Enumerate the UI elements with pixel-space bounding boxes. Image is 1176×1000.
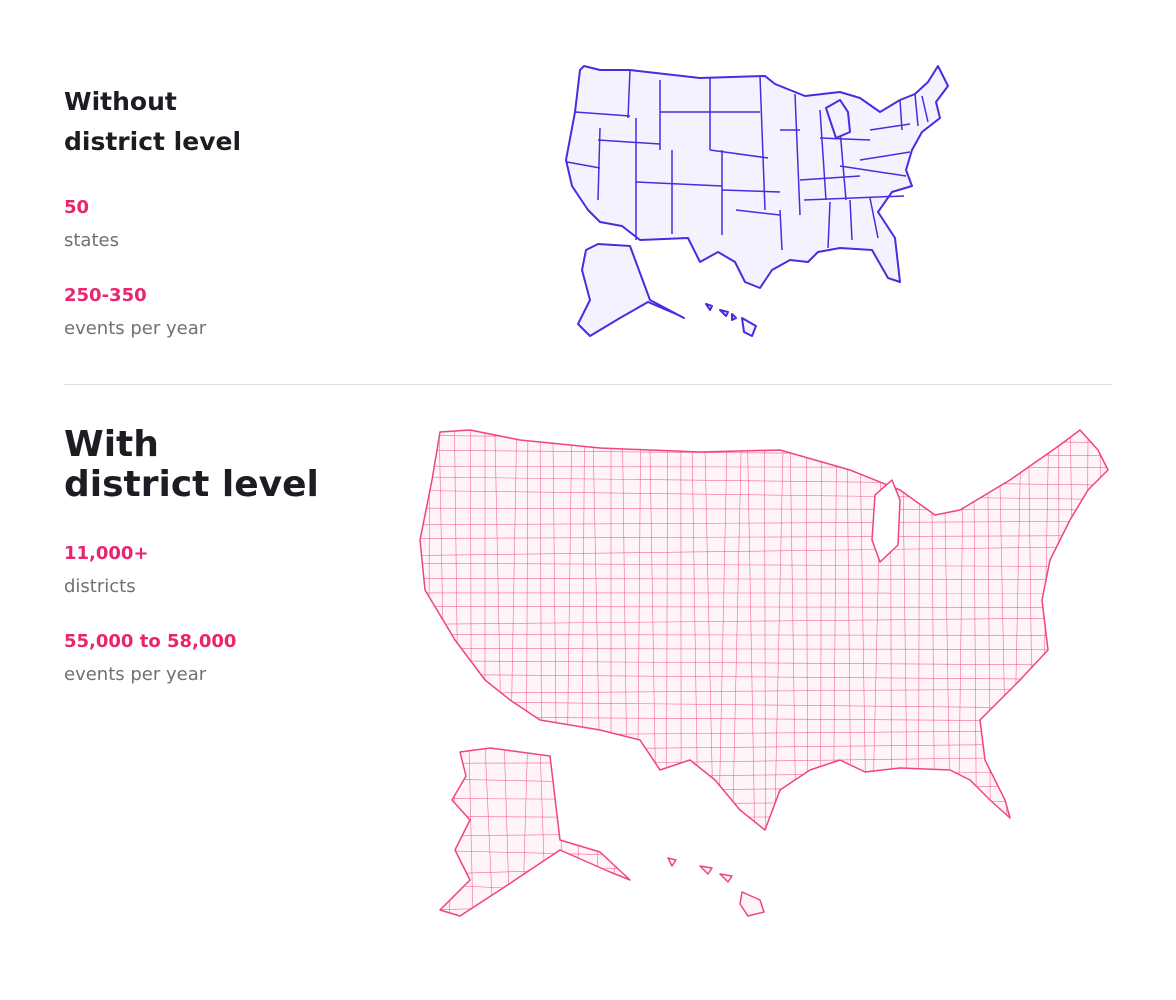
us-districts-map (415, 423, 1117, 920)
with-heading-line2: district level (64, 464, 319, 505)
district-border-line (428, 430, 430, 830)
district-events-label: events per year (64, 664, 207, 685)
state-events-value: 250-350 (64, 285, 147, 306)
district-border-line (575, 748, 583, 916)
district-border-line (613, 748, 617, 916)
district-border-line (1112, 425, 1117, 835)
us-states-map (565, 65, 949, 337)
without-district-heading: Without district level (64, 82, 241, 162)
district-map-hawaii-islands (667, 857, 733, 883)
state-map-hawaii-big-island (741, 317, 757, 337)
district-border-line (415, 423, 1115, 426)
states-count-value: 50 (64, 197, 90, 218)
district-border-line (629, 748, 630, 916)
districts-count-label: districts (64, 576, 136, 597)
district-events-value: 55,000 to 58,000 (64, 631, 237, 652)
without-heading-line2: district level (64, 127, 242, 156)
district-map-hawaii-big-island (739, 891, 765, 917)
district-map-alaska (439, 747, 631, 917)
district-border-line (440, 748, 630, 750)
state-map-alaska (577, 243, 685, 337)
section-divider (64, 384, 1112, 385)
states-count-label: states (64, 230, 119, 251)
without-heading-line1: Without (64, 87, 177, 116)
with-heading-line1: With (64, 424, 159, 465)
districts-count-value: 11,000+ (64, 543, 149, 564)
district-border-line (595, 748, 599, 916)
with-district-heading: With district level (64, 425, 319, 505)
state-map-hawaii-islands (705, 303, 737, 321)
state-events-label: events per year (64, 318, 207, 339)
district-border-line (1099, 430, 1103, 830)
district-border-line (434, 745, 437, 920)
